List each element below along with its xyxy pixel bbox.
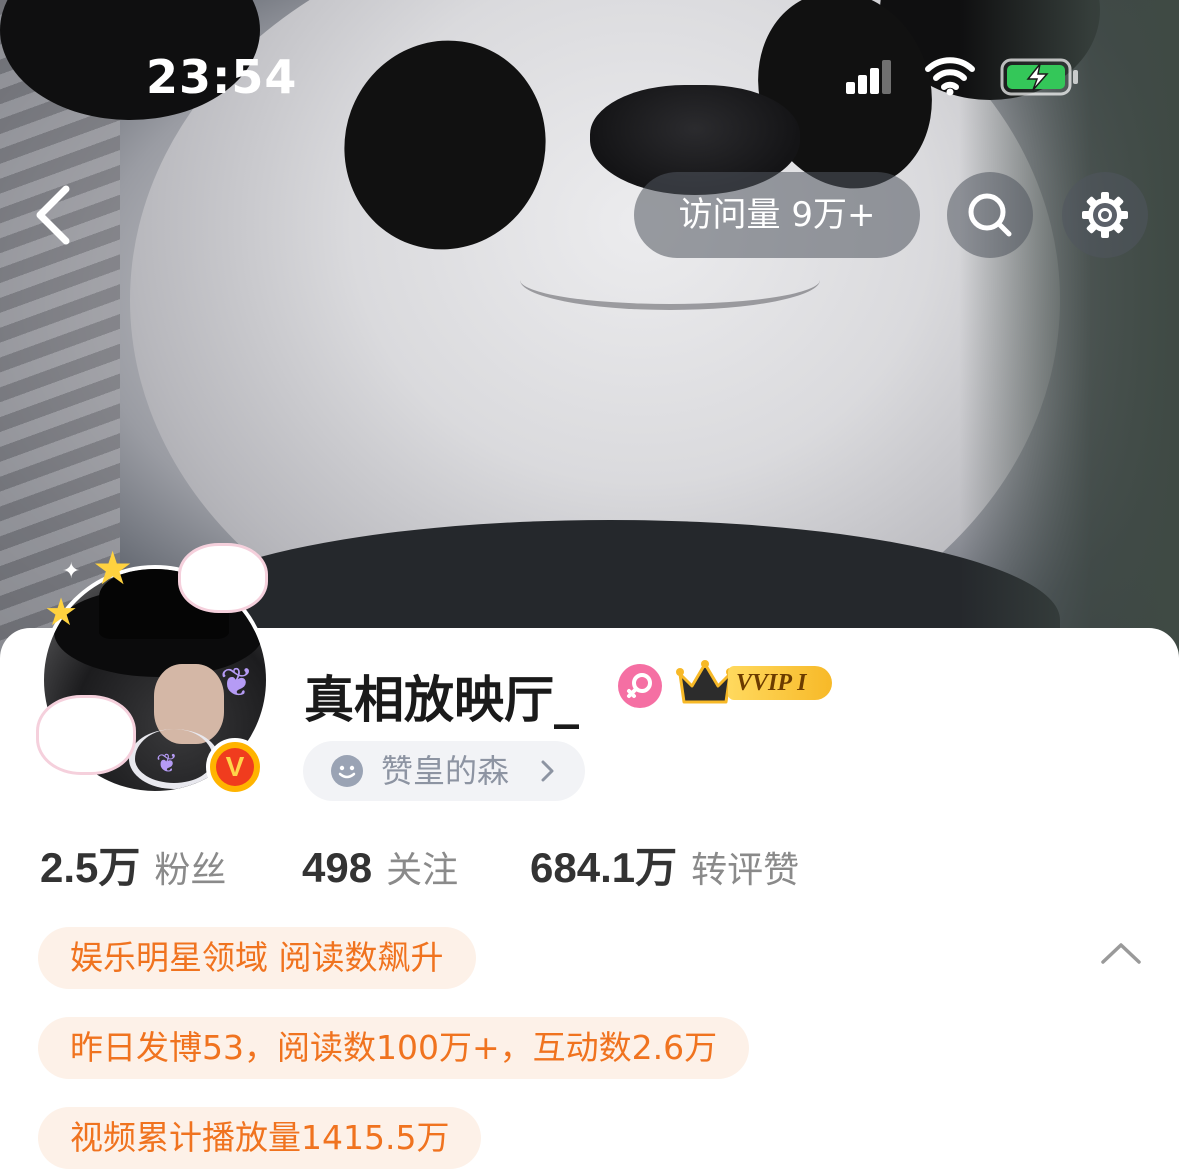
group-link-label: 赞皇的森 [381,752,510,790]
wifi-icon [925,57,975,96]
verified-v-icon: V [216,748,254,786]
back-chevron-icon[interactable] [30,183,80,247]
settings-button[interactable] [1062,172,1148,258]
cover-background-foliage [959,0,1179,660]
following-stat[interactable]: 498 关注 [302,838,458,898]
battery-charging-icon [1000,58,1078,96]
cellular-signal-icon [846,60,892,94]
verified-badge: V [206,738,264,796]
vvip-label: VVIP I [728,666,832,700]
butterfly-icon: ❦ [220,660,254,706]
panda-mouth [520,250,820,310]
achievement-tag[interactable]: 昨日发博53，阅读数100万+，互动数2.6万 [38,1017,750,1079]
vvip-badge[interactable]: VVIP I [676,660,838,706]
star-icon: ★ [92,541,134,595]
smile-icon [331,755,363,787]
engagement-stat[interactable]: 684.1万 转评赞 [530,838,799,898]
followers-stat[interactable]: 2.5万 粉丝 [40,838,226,898]
achievement-tag[interactable]: 娱乐明星领域 阅读数飙升 [38,927,476,989]
following-label: 关注 [386,850,459,891]
gear-icon [1082,192,1128,238]
followers-count: 2.5万 [40,844,141,891]
butterfly-icon: ❦ [156,749,178,779]
chevron-up-icon[interactable] [1098,938,1144,968]
username: 真相放映厅_ [304,671,579,729]
female-icon [618,664,662,708]
achievement-tag[interactable]: 视频累计播放量1415.5万 [38,1107,482,1169]
star-icon: ★ [44,590,79,634]
cat-sticker-icon [36,695,136,775]
group-link-button[interactable]: 赞皇的森 [303,741,585,801]
sparkle-icon: ✦ [62,559,81,584]
visits-count-button[interactable]: 访问量 9万+ [634,172,920,258]
cat-sticker-icon [178,543,268,613]
chevron-right-icon [541,760,554,782]
search-button[interactable] [947,172,1033,258]
engagement-label: 转评赞 [691,850,800,891]
status-time: 23:54 [146,50,298,104]
followers-label: 粉丝 [154,850,227,891]
search-icon [968,193,1012,237]
following-count: 498 [302,844,373,891]
engagement-count: 684.1万 [530,844,678,891]
crown-icon [676,660,734,704]
